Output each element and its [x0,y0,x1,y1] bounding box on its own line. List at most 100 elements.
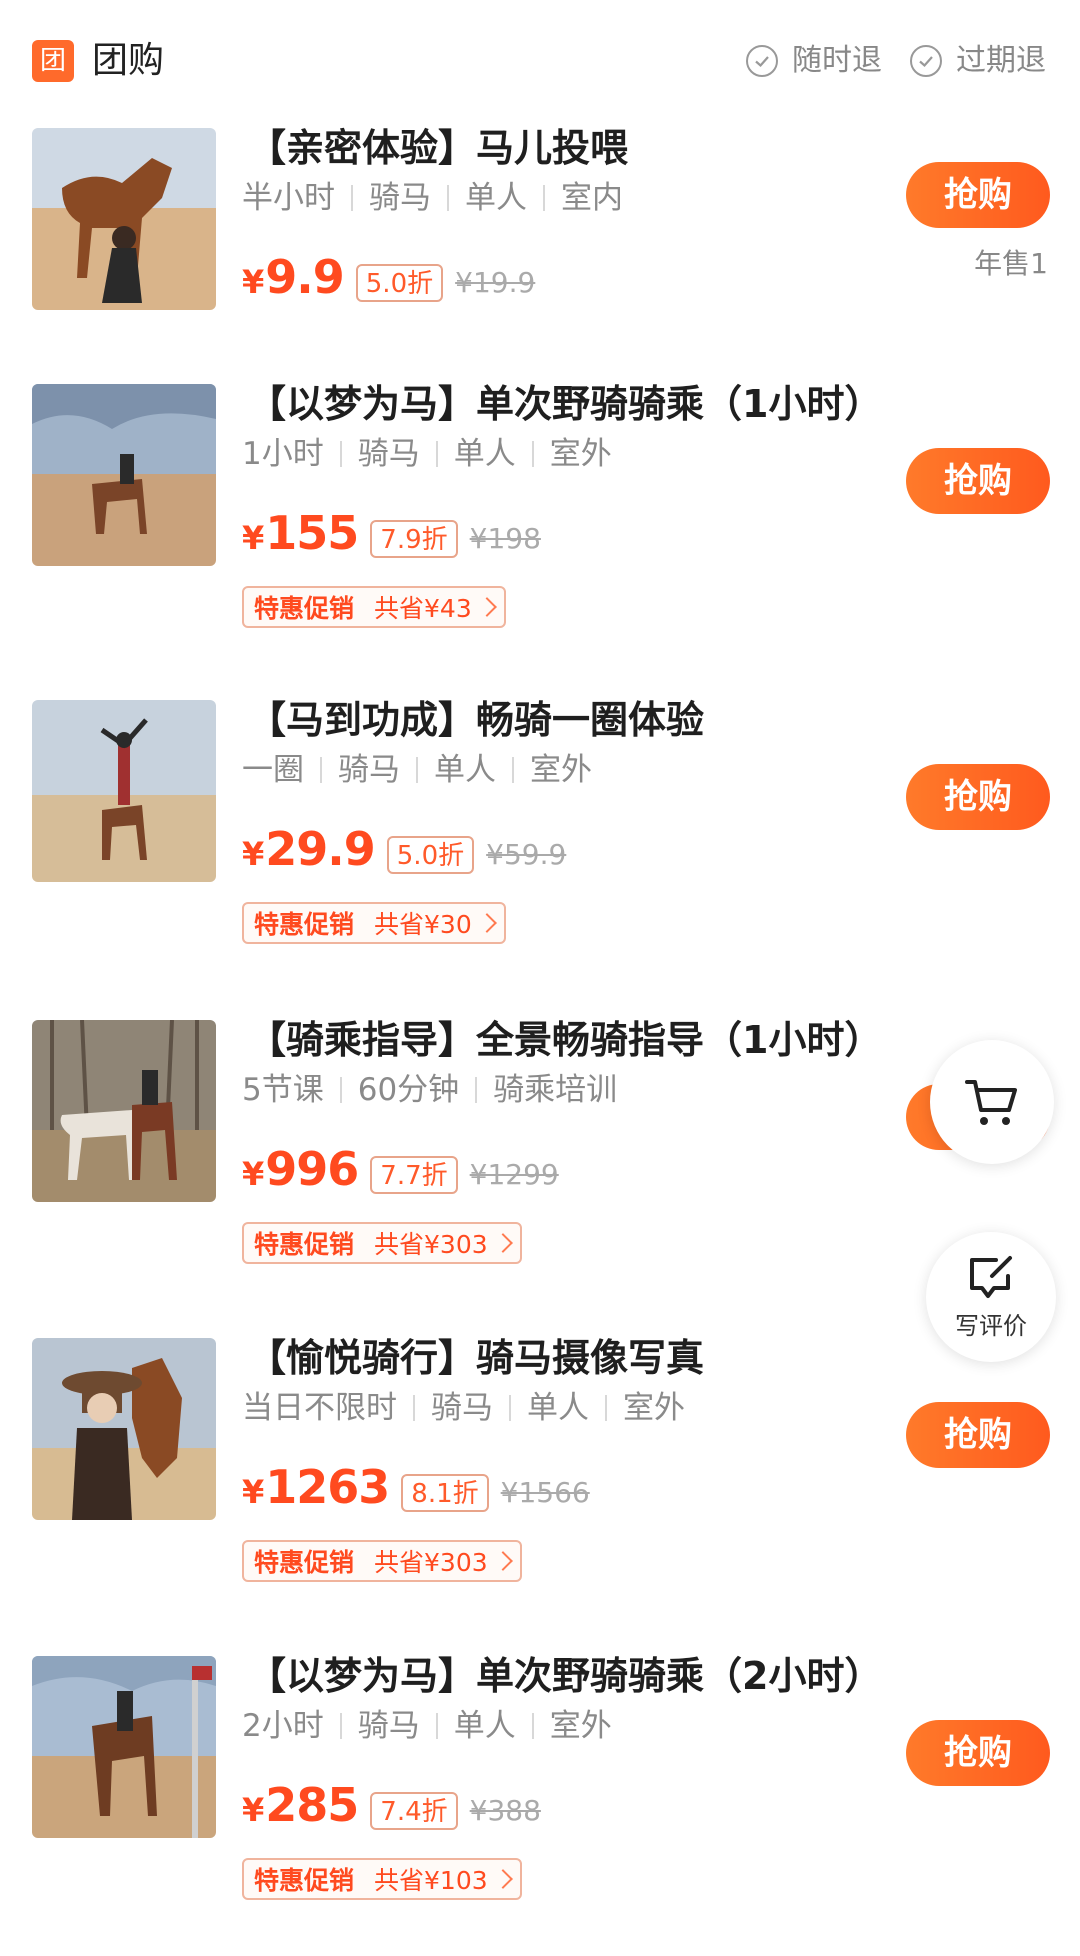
buy-button[interactable]: 抢购 [906,1402,1050,1468]
divider [531,1713,534,1739]
deal-tags: 2小时 骑马 单人 室外 [242,1702,612,1750]
deal-tag: 60分钟 [357,1072,460,1108]
discount-badge: 8.1折 [401,1474,489,1512]
deal-thumbnail[interactable] [32,128,216,310]
divider [475,1077,478,1103]
deal-tag: 单人 [527,1390,589,1426]
deal-title: 【马到功成】畅骑一圈体验 [248,698,705,742]
policy-refund-expired: 过期退 [910,38,1046,84]
buy-button[interactable]: 抢购 [906,764,1050,830]
buy-button[interactable]: 抢购 [906,1720,1050,1786]
deal-item[interactable]: 【愉悦骑行】骑马摄像写真 当日不限时 骑马 单人 室外 ¥1263 8.1折 ¥… [0,1336,1080,1638]
original-price: ¥1566 [500,1476,590,1509]
original-price: ¥198 [469,522,541,555]
deal-tag: 骑马 [357,436,420,472]
write-review-button[interactable]: 写评价 [926,1232,1056,1362]
deal-price: ¥285 [242,1778,359,1832]
deal-tag: 一圈 [242,752,304,788]
divider [339,441,342,467]
deal-tag: 1小时 [242,436,324,472]
deal-thumbnail[interactable] [32,1338,216,1520]
deal-tag: 骑乘培训 [493,1072,618,1108]
deal-tags: 一圈 骑马 单人 室外 [242,746,592,794]
original-price: ¥19.9 [455,266,536,299]
deal-tag: 半小时 [242,180,335,216]
edit-comment-icon [970,1255,1012,1298]
promo-badge[interactable]: 特惠促销 共省¥303 [242,1540,522,1582]
deal-thumbnail[interactable] [32,384,216,566]
currency-symbol: ¥ [242,519,264,557]
deal-price: ¥29.9 [242,822,376,876]
promo-savings: 共省¥303 [374,1548,488,1577]
buy-button[interactable]: 抢购 [906,162,1050,228]
deal-tag: 室外 [530,752,592,788]
deal-price: ¥9.9 [242,250,345,304]
original-price: ¥388 [469,1794,541,1827]
deal-title: 【以梦为马】单次野骑骑乘（1小时） [248,382,883,426]
currency-symbol: ¥ [242,1791,264,1829]
divider [543,185,545,211]
policy-refund-anytime: 随时退 [746,38,882,84]
deal-thumbnail[interactable] [32,1656,216,1838]
divider [512,757,514,783]
price-row: ¥996 7.7折 ¥1299 [242,1142,559,1202]
deal-tag: 单人 [434,752,496,788]
promo-savings: 共省¥30 [374,910,472,939]
deal-tag: 骑马 [369,180,431,216]
promo-badge[interactable]: 特惠促销 共省¥43 [242,586,506,628]
deal-title: 【亲密体验】马儿投喂 [248,126,629,170]
original-price: ¥1299 [469,1158,559,1191]
price-row: ¥155 7.9折 ¥198 [242,506,541,566]
deal-thumbnail[interactable] [32,700,216,882]
currency-symbol: ¥ [242,835,264,873]
divider [605,1395,607,1421]
price-row: ¥285 7.4折 ¥388 [242,1778,541,1838]
deal-tag: 单人 [453,436,516,472]
group-buy-badge: 团 [32,40,74,82]
check-circle-icon [746,45,778,77]
divider [435,1713,438,1739]
promo-tag: 特惠促销 [254,910,355,939]
currency-symbol: ¥ [242,1473,264,1511]
promo-savings: 共省¥303 [374,1230,488,1259]
promo-badge[interactable]: 特惠促销 共省¥303 [242,1222,522,1264]
deal-thumbnail[interactable] [32,1020,216,1202]
promo-tag: 特惠促销 [254,1548,355,1577]
deal-tag: 室内 [561,180,623,216]
deal-tag: 骑马 [357,1708,420,1744]
promo-badge[interactable]: 特惠促销 共省¥30 [242,902,506,944]
deal-tag: 骑马 [338,752,400,788]
chevron-right-icon [492,1551,513,1571]
promo-tag: 特惠促销 [254,1866,355,1895]
deal-item[interactable]: 【以梦为马】单次野骑骑乘（2小时） 2小时 骑马 单人 室外 ¥285 7.4折… [0,1654,1080,1956]
divider [413,1395,415,1421]
deal-item[interactable]: 【马到功成】畅骑一圈体验 一圈 骑马 单人 室外 ¥29.9 5.0折 ¥59.… [0,698,1080,1000]
discount-badge: 7.9折 [370,520,458,558]
deal-title: 【以梦为马】单次野骑骑乘（2小时） [248,1654,883,1698]
buy-button[interactable]: 抢购 [906,448,1050,514]
deal-tag: 2小时 [242,1708,324,1744]
cart-button[interactable] [930,1040,1054,1164]
policy-label: 随时退 [792,43,882,78]
deal-title: 【愉悦骑行】骑马摄像写真 [248,1336,705,1380]
deal-tag: 5节课 [242,1072,324,1108]
promo-savings: 共省¥43 [374,594,472,623]
divider [339,1713,342,1739]
divider [416,757,418,783]
deal-tags: 当日不限时 骑马 单人 室外 [242,1384,685,1432]
promo-badge[interactable]: 特惠促销 共省¥103 [242,1858,522,1900]
discount-badge: 7.7折 [370,1156,458,1194]
original-price: ¥59.9 [486,838,567,871]
price-row: ¥1263 8.1折 ¥1566 [242,1460,590,1520]
deal-item[interactable]: 【以梦为马】单次野骑骑乘（1小时） 1小时 骑马 单人 室外 ¥155 7.9折… [0,382,1080,684]
divider [531,441,534,467]
divider [447,185,449,211]
deal-item[interactable]: 【骑乘指导】全景畅骑指导（1小时） 5节课 60分钟 骑乘培训 ¥996 7.7… [0,1018,1080,1320]
deal-tags: 1小时 骑马 单人 室外 [242,430,612,478]
check-circle-icon [910,45,942,77]
annual-sales: 年售1 [974,247,1048,280]
price-row: ¥9.9 5.0折 ¥19.9 [242,250,536,310]
discount-badge: 7.4折 [370,1792,458,1830]
deal-tag: 室外 [549,436,612,472]
divider [509,1395,511,1421]
